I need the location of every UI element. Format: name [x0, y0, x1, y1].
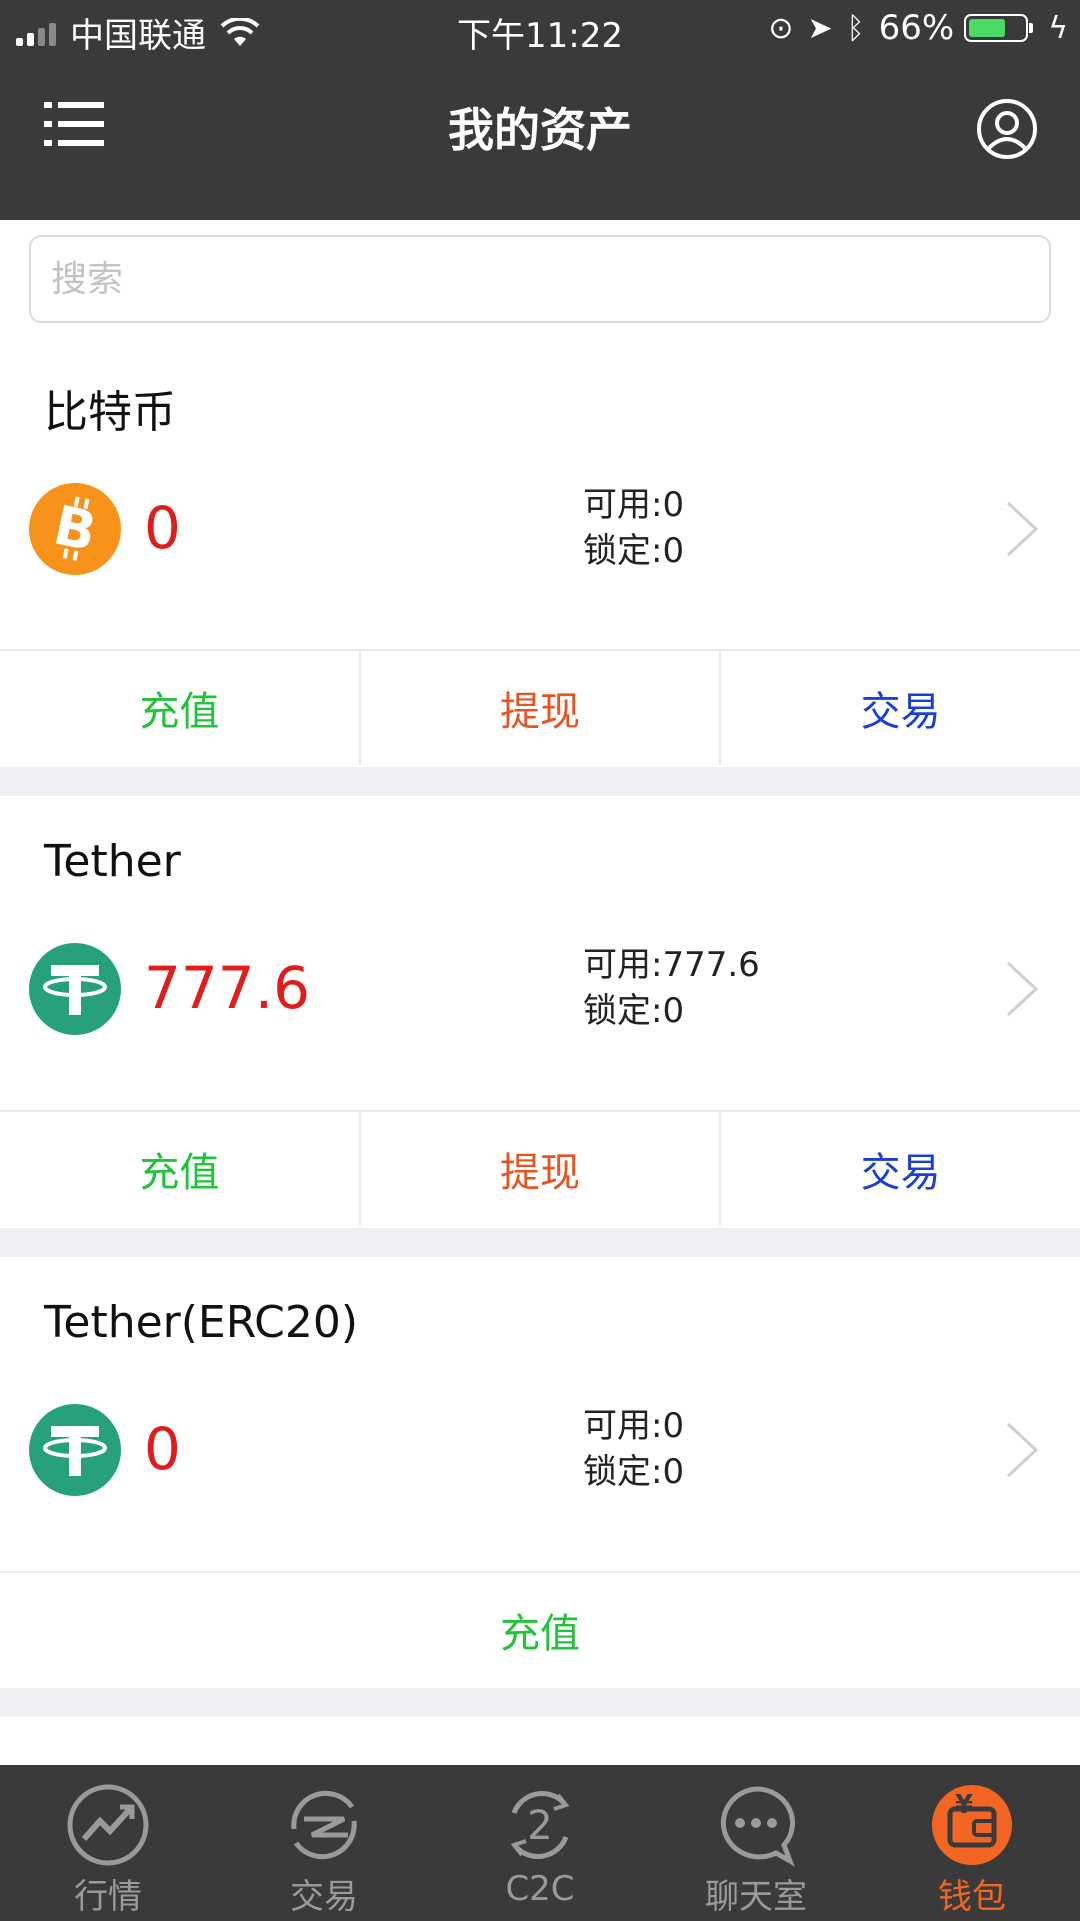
market-chart-icon — [67, 1784, 149, 1866]
charging-icon: ϟ — [1048, 10, 1068, 46]
svg-text:¥: ¥ — [955, 1790, 973, 1820]
tab-label: C2C — [505, 1869, 575, 1909]
status-bar: 中国联通 下午11:22 ⊙ ➤ ᛒ 66% ϟ — [0, 0, 1080, 60]
battery-icon — [964, 14, 1034, 42]
tab-label: 行情 — [74, 1877, 142, 1917]
locked-balance: 锁定:0 — [583, 531, 685, 571]
deposit-button[interactable]: 充值 — [0, 1112, 359, 1226]
tether-icon — [29, 1404, 121, 1496]
bitcoin-icon: B — [29, 483, 121, 575]
available-balance: 可用:0 — [583, 1406, 685, 1446]
asset-card-tether: Tether 777.6 可用:777.6 锁定:0 充值 提现 交易 — [0, 796, 1080, 1228]
tab-label: 交易 — [290, 1877, 358, 1917]
status-right: ⊙ ➤ ᛒ 66% ϟ — [754, 8, 1068, 48]
available-balance: 可用:0 — [583, 485, 685, 525]
page-title: 我的资产 — [448, 103, 632, 157]
user-profile-icon[interactable] — [976, 98, 1038, 160]
locked-balance: 锁定:0 — [583, 991, 685, 1031]
asset-actions: 充值 提现 交易 — [0, 649, 1080, 765]
asset-amount: 0 — [144, 1415, 181, 1483]
trade-button[interactable]: 交易 — [719, 1112, 1080, 1226]
asset-balance-detail: 可用:777.6 锁定:0 — [583, 942, 760, 1034]
tab-market[interactable]: 行情 — [0, 1765, 216, 1921]
c2c-icon: 2 — [510, 1791, 570, 1859]
battery-fill — [969, 19, 1006, 37]
asset-actions: 充值 提现 交易 — [0, 1110, 1080, 1226]
chevron-right-icon[interactable] — [1004, 1420, 1040, 1480]
tab-chatroom[interactable]: 聊天室 — [648, 1765, 864, 1921]
asset-card-tether-erc20: Tether(ERC20) 0 可用:0 锁定:0 充值 — [0, 1257, 1080, 1688]
tab-wallet[interactable]: ¥ 钱包 — [864, 1765, 1080, 1921]
tether-icon — [29, 943, 121, 1035]
asset-balance-detail: 可用:0 锁定:0 — [583, 1403, 684, 1495]
asset-name: Tether — [44, 836, 181, 887]
withdraw-button[interactable]: 提现 — [358, 1112, 720, 1226]
svg-text:2: 2 — [527, 1803, 552, 1849]
chevron-right-icon[interactable] — [1004, 959, 1040, 1019]
asset-name: Tether(ERC20) — [44, 1297, 358, 1348]
deposit-button[interactable]: 充值 — [0, 1573, 1080, 1687]
orientation-lock-icon: ⊙ — [768, 10, 794, 46]
exchange-icon — [291, 1790, 357, 1860]
deposit-button[interactable]: 充值 — [0, 651, 359, 765]
asset-card-next — [0, 1717, 1080, 1765]
chat-icon — [720, 1786, 796, 1867]
bluetooth-icon: ᛒ — [846, 10, 865, 46]
location-icon: ➤ — [807, 10, 833, 46]
locked-balance: 锁定:0 — [583, 1452, 685, 1492]
trade-button[interactable]: 交易 — [719, 651, 1080, 765]
chevron-right-icon[interactable] — [1004, 499, 1040, 559]
asset-amount: 0 — [144, 494, 181, 562]
nav-bar: 我的资产 — [0, 60, 1080, 220]
asset-card-bitcoin: 比特币 B 0 可用:0 锁定:0 充值 提现 交易 — [0, 324, 1080, 767]
asset-actions: 充值 — [0, 1571, 1080, 1687]
asset-balance-detail: 可用:0 锁定:0 — [583, 482, 684, 574]
withdraw-button[interactable]: 提现 — [358, 651, 720, 765]
tab-label: 聊天室 — [705, 1877, 807, 1917]
tab-c2c[interactable]: 2 C2C — [432, 1765, 648, 1921]
tab-trade[interactable]: 交易 — [216, 1765, 432, 1921]
tab-label: 钱包 — [938, 1877, 1006, 1917]
tab-bar: 行情 交易 2 C2C 聊天室 ¥ 钱包 — [0, 1765, 1080, 1921]
search-bar — [0, 220, 1080, 324]
wallet-icon: ¥ — [932, 1785, 1012, 1865]
search-input[interactable] — [29, 235, 1051, 323]
asset-amount: 777.6 — [144, 954, 311, 1022]
available-balance: 可用:777.6 — [583, 945, 760, 985]
asset-name: 比特币 — [44, 387, 176, 438]
battery-percent: 66% — [878, 8, 955, 48]
